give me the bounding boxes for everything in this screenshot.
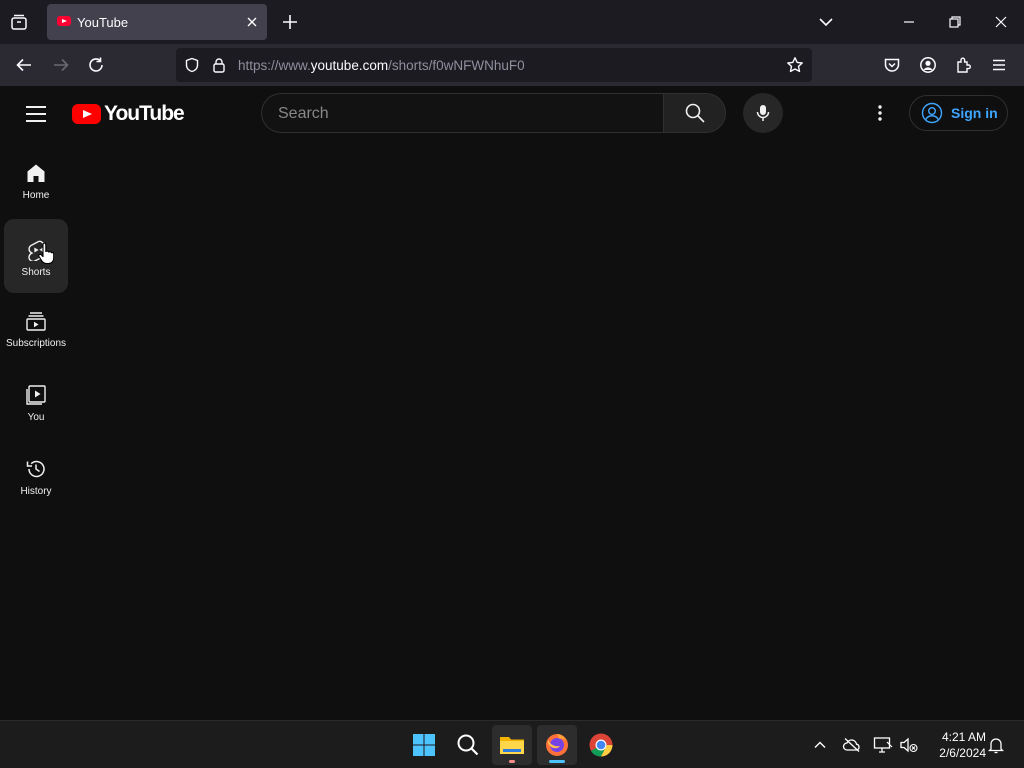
tab-list-icon[interactable] — [8, 11, 30, 33]
volume-muted-icon[interactable] — [899, 735, 919, 755]
settings-more-vertical-icon[interactable] — [868, 101, 892, 125]
notification-bell-icon[interactable] — [986, 735, 1006, 755]
lock-icon[interactable] — [212, 57, 226, 78]
tracking-protection-shield-icon[interactable] — [184, 57, 200, 78]
sidebar-item-history[interactable]: History — [4, 438, 68, 512]
chrome-icon[interactable] — [581, 725, 621, 765]
close-tab-icon[interactable] — [243, 13, 261, 31]
tab-title: YouTube — [77, 15, 129, 30]
browser-nav-bar: https://www.youtube.com/shorts/f0wNFWNhu… — [0, 44, 1024, 130]
subscriptions-icon — [26, 312, 46, 331]
search-box — [261, 93, 663, 133]
extensions-puzzle-icon[interactable] — [953, 54, 975, 76]
youtube-favicon-icon — [57, 16, 71, 26]
youtube-logo-text: YouTube — [104, 102, 185, 125]
sidebar-item-subscriptions[interactable]: Subscriptions — [4, 290, 68, 364]
sidebar-item-home[interactable]: Home — [4, 142, 68, 216]
home-icon — [27, 164, 45, 182]
microphone-icon — [756, 105, 770, 121]
start-windows-icon[interactable] — [404, 725, 444, 765]
reload-icon[interactable] — [85, 54, 107, 76]
network-display-icon[interactable] — [873, 735, 893, 755]
bookmark-star-icon[interactable] — [786, 56, 804, 79]
history-icon — [26, 460, 45, 478]
taskbar-search-icon[interactable] — [448, 725, 488, 765]
app-menu-hamburger-icon[interactable] — [988, 54, 1010, 76]
sidebar-item-label: Home — [22, 190, 50, 201]
sidebar-item-label: You — [27, 412, 45, 423]
sidebar-item-label: History — [20, 486, 52, 497]
browser-tab[interactable]: YouTube — [47, 4, 267, 40]
address-bar[interactable]: https://www.youtube.com/shorts/f0wNFWNhu… — [176, 48, 812, 82]
hand-pointer-cursor-icon — [38, 243, 54, 265]
pocket-icon[interactable] — [881, 54, 903, 76]
list-all-tabs-chevron-down-icon[interactable] — [815, 11, 837, 33]
sidebar-item-label: Shorts — [21, 267, 51, 278]
url-text[interactable]: https://www.youtube.com/shorts/f0wNFWNhu… — [238, 58, 525, 73]
youtube-play-logo-icon — [72, 104, 101, 124]
user-circle-icon — [921, 102, 943, 124]
app-active-indicator — [549, 760, 565, 763]
guide-menu-icon[interactable] — [24, 102, 48, 126]
close-window-icon[interactable] — [990, 11, 1012, 33]
sign-in-button[interactable]: Sign in — [909, 95, 1008, 131]
clock-time: 4:21 AM — [941, 730, 986, 744]
back-arrow-icon[interactable] — [13, 54, 35, 76]
windows-taskbar: 4:21 AM 2/6/2024 — [0, 720, 1024, 768]
show-hidden-icons-chevron-up-icon[interactable] — [810, 735, 830, 755]
sign-in-label: Sign in — [951, 105, 998, 121]
you-library-icon — [26, 385, 46, 405]
youtube-logo[interactable]: YouTube — [72, 102, 185, 126]
new-tab-plus-icon[interactable] — [279, 11, 301, 33]
youtube-header: YouTube Sign in — [0, 86, 1024, 142]
sidebar-item-you[interactable]: You — [4, 364, 68, 438]
app-running-indicator — [509, 760, 515, 763]
account-icon[interactable] — [917, 54, 939, 76]
search-input[interactable] — [278, 103, 648, 125]
taskbar-clock[interactable]: 4:21 AM 2/6/2024 — [926, 729, 986, 761]
sidebar-item-shorts[interactable]: Shorts — [4, 219, 68, 293]
restore-window-icon[interactable] — [944, 11, 966, 33]
forward-arrow-icon[interactable] — [50, 54, 72, 76]
minimize-window-icon[interactable] — [898, 11, 920, 33]
search-button[interactable] — [663, 93, 726, 133]
sidebar-item-label: Subscriptions — [5, 338, 67, 349]
browser-tab-strip: YouTube — [0, 0, 1024, 44]
clock-date: 2/6/2024 — [939, 746, 986, 760]
file-explorer-icon[interactable] — [492, 725, 532, 765]
search-icon — [685, 103, 705, 123]
voice-search-button[interactable] — [743, 93, 783, 133]
firefox-icon[interactable] — [537, 725, 577, 765]
onedrive-offline-cloud-icon[interactable] — [842, 735, 862, 755]
